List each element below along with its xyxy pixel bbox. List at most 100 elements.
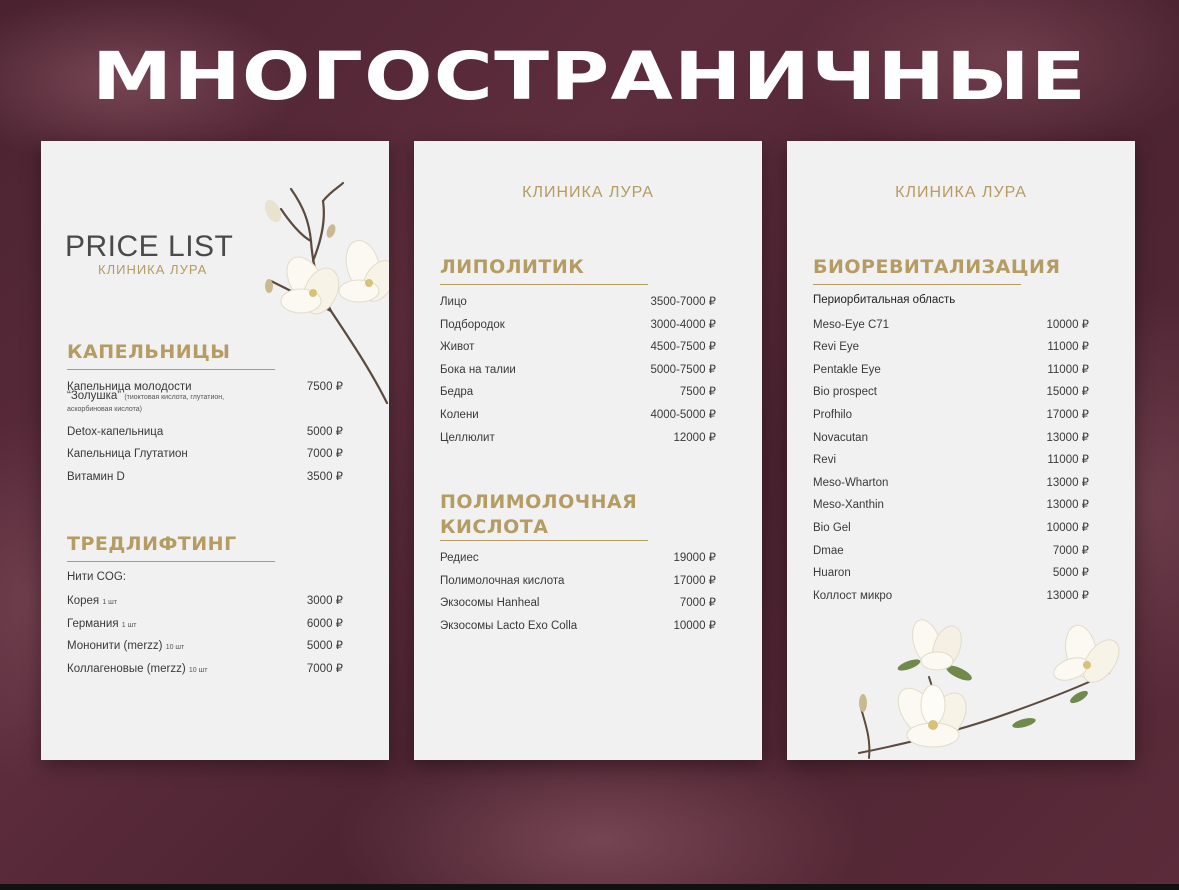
item-price: 7000 ₽ — [1052, 545, 1089, 557]
item-price: 5000 ₽ — [306, 426, 343, 438]
clinic-name: КЛИНИКА ЛУРА — [895, 184, 1027, 201]
item-name: Редиес — [440, 552, 479, 564]
clinic-name: КЛИНИКА ЛУРА — [522, 184, 654, 201]
item-price: 13000 ₽ — [1046, 477, 1090, 489]
item-price: 11000 ₽ — [1047, 341, 1089, 353]
list-item: Мононити (merzz) 10 шт 5000 ₽ — [67, 638, 343, 652]
price-page-2: КЛИНИКА ЛУРА ЛИПОЛИТИК Лицо 3500-7000 ₽ … — [414, 141, 762, 760]
item-name: Detox-капельница — [67, 426, 164, 438]
list-item: Колени 4000-5000 ₽ — [440, 407, 716, 421]
item-price: 17000 ₽ — [673, 575, 717, 587]
section-title-lipolytic: ЛИПОЛИТИК — [440, 256, 585, 278]
list-item: Корея 1 шт 3000 ₽ — [67, 593, 343, 607]
list-item: Экзосомы Lacto Exo Colla 10000 ₽ — [440, 618, 716, 632]
list-item: Витамин D 3500 ₽ — [67, 469, 343, 483]
item-price: 3000 ₽ — [306, 595, 343, 607]
item-name: Подбородок — [440, 319, 505, 331]
item-price: 7500 ₽ — [306, 381, 343, 393]
item-note: 1 шт — [121, 622, 137, 629]
item-name: Живот — [440, 341, 475, 353]
item-price: 13000 ₽ — [1046, 432, 1090, 444]
clinic-name: КЛИНИКА ЛУРА — [98, 262, 208, 277]
price-page-1: PRICE LIST КЛИНИКА ЛУРА КАПЕЛЬНИЦЫ Капел… — [41, 141, 389, 760]
list-item: Dmae 7000 ₽ — [813, 543, 1089, 557]
item-name: Bio Gel — [813, 522, 851, 534]
list-item: Revi 11000 ₽ — [813, 452, 1089, 466]
item-name: Profhilo — [813, 409, 852, 421]
item-name: Бока на талии — [440, 364, 516, 376]
item-price: 13000 ₽ — [1046, 499, 1090, 511]
threads-intro: Нити COG: — [67, 571, 127, 583]
item-name: Полимолочная кислота — [440, 575, 565, 587]
item-price: 12000 ₽ — [673, 432, 717, 444]
list-item: Bio Gel 10000 ₽ — [813, 520, 1089, 534]
list-item: Meso-Wharton 13000 ₽ — [813, 475, 1089, 489]
list-item: Meso-Eye C71 10000 ₽ — [813, 317, 1089, 331]
item-price: 17000 ₽ — [1046, 409, 1090, 421]
list-item: Bio prospect 15000 ₽ — [813, 384, 1089, 398]
item-name: Коллагеновые (merzz) — [67, 663, 186, 675]
price-list-title: PRICE LIST — [65, 230, 234, 263]
section-title-threadlift: ТРЕДЛИФТИНГ — [67, 533, 237, 555]
item-name: Целлюлит — [440, 432, 495, 444]
section-rule — [440, 284, 648, 285]
list-item: Profhilo 17000 ₽ — [813, 407, 1089, 421]
magnolia-flowers-illustration — [858, 619, 1120, 759]
list-item: Капельница Глутатион 7000 ₽ — [67, 446, 343, 460]
list-item: Коллост микро 13000 ₽ — [813, 588, 1089, 602]
item-note: 10 шт — [165, 644, 185, 651]
item-name: Мононити (merzz) — [67, 640, 163, 652]
section-rule — [67, 561, 275, 562]
subheading: Периорбитальная область — [813, 294, 956, 306]
item-name: Novacutan — [813, 432, 868, 444]
item-price: 5000 ₽ — [1052, 567, 1089, 579]
section-title-polylactic-line2: КИСЛОТА — [440, 516, 549, 538]
item-name: Коллост микро — [813, 590, 893, 602]
item-name: Revi — [813, 454, 837, 466]
item-price: 10000 ₽ — [1046, 319, 1090, 331]
item-name: Meso-Xanthin — [813, 499, 884, 511]
list-item: Detox-капельница 5000 ₽ — [67, 424, 343, 438]
item-name: Huaron — [813, 567, 851, 579]
headline: МНОГОСТРАНИЧНЫЕ — [91, 38, 1088, 115]
item-price: 19000 ₽ — [673, 552, 717, 564]
item-price: 7500 ₽ — [679, 386, 716, 398]
list-item: Pentakle Eye 11000 ₽ — [813, 362, 1089, 376]
item-name: Лицо — [440, 296, 467, 308]
list-item: Revi Eye 11000 ₽ — [813, 339, 1089, 353]
section-title-polylactic: ПОЛИМОЛОЧНАЯ — [440, 491, 638, 513]
item-name: Meso-Wharton — [813, 477, 889, 489]
item-price: 11000 ₽ — [1047, 454, 1089, 466]
item-price: 13000 ₽ — [1046, 590, 1090, 602]
item-name: Dmae — [813, 545, 844, 557]
item-name: Витамин D — [67, 471, 125, 483]
list-item: Экзосомы Hanheal 7000 ₽ — [440, 595, 716, 609]
item-price: 3500-7000 ₽ — [650, 296, 716, 308]
item-price: 7000 ₽ — [306, 448, 343, 460]
list-item: Германия 1 шт 6000 ₽ — [67, 616, 343, 630]
section-title-drips: КАПЕЛЬНИЦЫ — [67, 341, 231, 363]
item-name: Pentakle Eye — [813, 364, 881, 376]
list-item: Живот 4500-7500 ₽ — [440, 339, 716, 353]
item-price: 10000 ₽ — [673, 620, 717, 632]
item-name: Капельница Глутатион — [67, 448, 188, 460]
list-item: Редиес 19000 ₽ — [440, 550, 716, 564]
item-name: Revi Eye — [813, 341, 860, 353]
item-name: Экзосомы Lacto Exo Colla — [440, 620, 578, 632]
list-item: Полимолочная кислота 17000 ₽ — [440, 573, 716, 587]
item-price: 6000 ₽ — [306, 618, 343, 630]
item-subline: “Золушка” (тиоктовая кислота, глутатион,… — [67, 390, 257, 415]
section-rule — [440, 540, 648, 541]
list-item: Бедра 7500 ₽ — [440, 384, 716, 398]
item-price: 5000 ₽ — [306, 640, 343, 652]
item-note: 1 шт — [102, 599, 117, 606]
item-name: Германия — [67, 618, 119, 630]
magnolia-branch-illustration — [264, 181, 389, 405]
section-title-biorevitalization: БИОРЕВИТАЛИЗАЦИЯ — [813, 256, 1061, 278]
item-name-line2: “Золушка” — [67, 390, 122, 402]
item-name: Бедра — [440, 386, 474, 398]
bottom-edge — [0, 884, 1179, 890]
list-item: Novacutan 13000 ₽ — [813, 430, 1089, 444]
item-price: 15000 ₽ — [1046, 386, 1090, 398]
list-item: Подбородок 3000-4000 ₽ — [440, 317, 716, 331]
